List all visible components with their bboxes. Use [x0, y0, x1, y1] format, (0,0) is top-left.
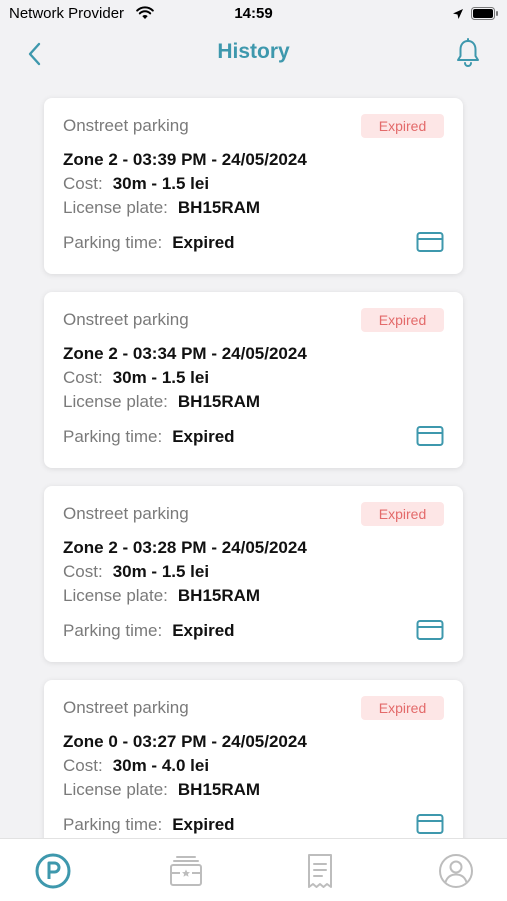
header: History	[0, 28, 507, 80]
clock-time: 14:59	[234, 5, 273, 22]
license-plate-value: BH15RAM	[177, 586, 261, 605]
history-card[interactable]: Onstreet parking Expired Zone 2 - 03:34 …	[44, 292, 463, 468]
zone-line: Zone 0 - 03:27 PM - 24/05/2024	[63, 732, 307, 751]
history-card[interactable]: Onstreet parking Expired Zone 0 - 03:27 …	[44, 680, 463, 838]
tab-profile[interactable]	[436, 851, 476, 891]
parking-time-label: Parking time:	[63, 621, 163, 640]
parking-time-label: Parking time:	[63, 815, 163, 834]
zone-line: Zone 2 - 03:34 PM - 24/05/2024	[63, 344, 307, 363]
status-badge: Expired	[361, 308, 444, 332]
license-plate-label: License plate:	[63, 586, 168, 605]
tab-parking[interactable]	[33, 851, 73, 891]
parking-icon	[35, 853, 71, 889]
profile-icon	[439, 854, 473, 888]
cost-row: Cost: 30m - 4.0 lei	[63, 756, 209, 776]
cost-label: Cost:	[63, 368, 103, 387]
cost-row: Cost: 30m - 1.5 lei	[63, 562, 209, 582]
cost-label: Cost:	[63, 756, 103, 775]
history-card[interactable]: Onstreet parking Expired Zone 2 - 03:28 …	[44, 486, 463, 662]
status-bar: Network Provider 14:59	[0, 0, 507, 28]
parking-time-value: Expired	[172, 233, 235, 252]
parking-type: Onstreet parking	[63, 310, 189, 329]
zone-line: Zone 2 - 03:28 PM - 24/05/2024	[63, 538, 307, 557]
receipt-icon	[308, 854, 332, 888]
tab-bar	[0, 838, 507, 901]
bell-icon	[457, 38, 479, 67]
license-plate-value: BH15RAM	[177, 198, 261, 217]
parking-time-value: Expired	[172, 427, 235, 446]
license-plate-label: License plate:	[63, 780, 168, 799]
tab-subscriptions[interactable]	[166, 851, 206, 891]
plate-row: License plate: BH15RAM	[63, 198, 260, 218]
history-list[interactable]: Onstreet parking Expired Zone 2 - 03:39 …	[0, 80, 507, 838]
credit-card-icon	[416, 232, 444, 252]
status-badge: Expired	[361, 696, 444, 720]
license-plate-value: BH15RAM	[177, 392, 261, 411]
parking-time-row: Parking time: Expired	[63, 621, 235, 641]
battery-icon	[471, 7, 499, 25]
page-title: History	[217, 40, 290, 63]
cost-row: Cost: 30m - 1.5 lei	[63, 174, 209, 194]
payment-card-button[interactable]	[416, 813, 444, 835]
license-plate-value: BH15RAM	[177, 780, 261, 799]
parking-time-label: Parking time:	[63, 233, 163, 252]
parking-type: Onstreet parking	[63, 698, 189, 717]
parking-time-label: Parking time:	[63, 427, 163, 446]
credit-card-icon	[416, 620, 444, 640]
notifications-button[interactable]	[454, 38, 482, 68]
credit-card-icon	[416, 426, 444, 446]
parking-type: Onstreet parking	[63, 504, 189, 523]
plate-row: License plate: BH15RAM	[63, 780, 260, 800]
parking-type: Onstreet parking	[63, 116, 189, 135]
parking-time-row: Parking time: Expired	[63, 815, 235, 835]
license-plate-label: License plate:	[63, 198, 168, 217]
parking-time-row: Parking time: Expired	[63, 427, 235, 447]
status-badge: Expired	[361, 502, 444, 526]
credit-card-icon	[416, 814, 444, 834]
cost-value: 30m - 1.5 lei	[112, 562, 210, 581]
plate-row: License plate: BH15RAM	[63, 392, 260, 412]
zone-line: Zone 2 - 03:39 PM - 24/05/2024	[63, 150, 307, 169]
cost-value: 30m - 1.5 lei	[112, 368, 210, 387]
location-arrow-icon	[452, 7, 464, 25]
parking-time-value: Expired	[172, 621, 235, 640]
cost-label: Cost:	[63, 174, 103, 193]
history-card[interactable]: Onstreet parking Expired Zone 2 - 03:39 …	[44, 98, 463, 274]
cost-value: 30m - 4.0 lei	[112, 756, 210, 775]
ticket-icon	[170, 856, 202, 886]
tab-history[interactable]	[300, 851, 340, 891]
plate-row: License plate: BH15RAM	[63, 586, 260, 606]
parking-time-row: Parking time: Expired	[63, 233, 235, 253]
payment-card-button[interactable]	[416, 619, 444, 641]
parking-time-value: Expired	[172, 815, 235, 834]
cost-label: Cost:	[63, 562, 103, 581]
payment-card-button[interactable]	[416, 231, 444, 253]
cost-value: 30m - 1.5 lei	[112, 174, 210, 193]
status-badge: Expired	[361, 114, 444, 138]
payment-card-button[interactable]	[416, 425, 444, 447]
cost-row: Cost: 30m - 1.5 lei	[63, 368, 209, 388]
license-plate-label: License plate:	[63, 392, 168, 411]
